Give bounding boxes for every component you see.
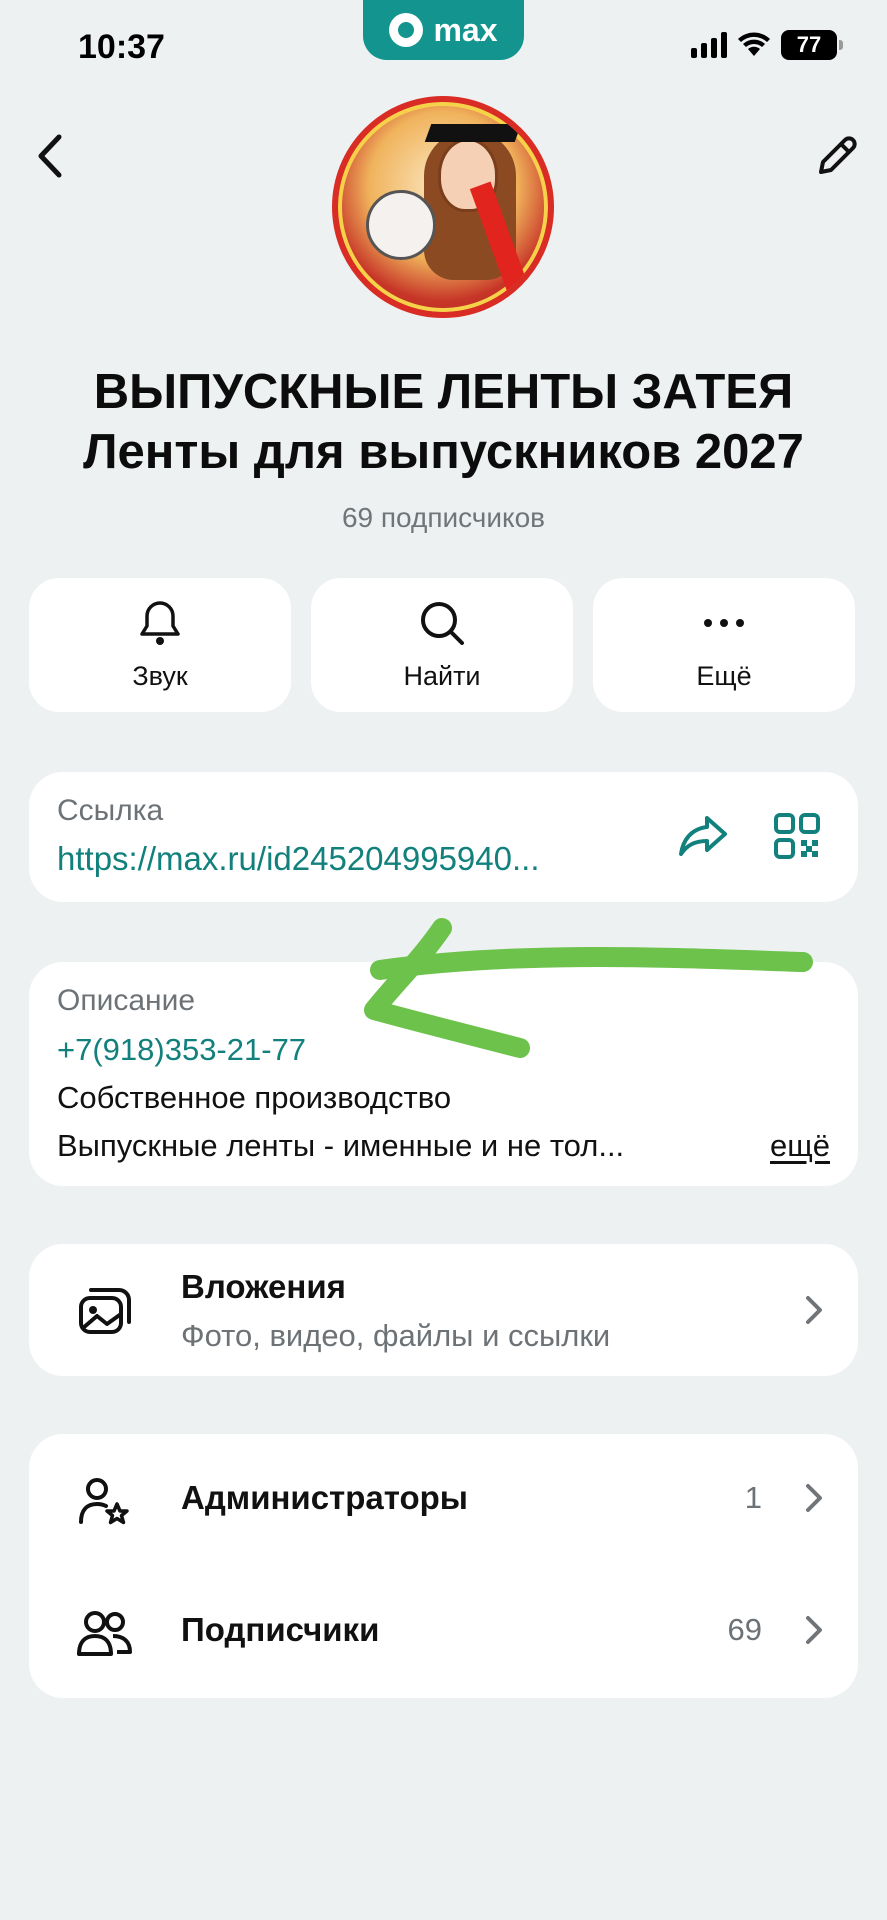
link-value[interactable]: https://max.ru/id245204995940... <box>57 840 540 878</box>
channel-info-screen: 10:37 max 77 ВЫПУСКНЫЕ ЛЕНТЫ ЗАТЕЯ Ленты… <box>0 0 887 1920</box>
admin-star-icon <box>79 1478 129 1525</box>
link-card: Ссылка https://max.ru/id245204995940... <box>29 772 858 902</box>
description-line-1: Собственное производство <box>57 1080 452 1115</box>
chevron-left-icon <box>38 134 62 178</box>
more-button[interactable]: Ещё <box>593 578 855 712</box>
description-more-link[interactable]: ещё <box>770 1128 830 1164</box>
bell-icon <box>140 600 180 645</box>
administrators-label: Администраторы <box>181 1479 468 1516</box>
subscribers-row[interactable]: Подписчики 69 <box>29 1566 858 1698</box>
administrators-count: 1 <box>744 1480 762 1515</box>
qr-code-icon <box>774 813 820 859</box>
channel-title: ВЫПУСКНЫЕ ЛЕНТЫ ЗАТЕЯ Ленты для выпускни… <box>0 362 887 482</box>
description-phone-link[interactable]: +7(918)353-21-77 <box>57 1032 306 1068</box>
sound-button[interactable]: Звук <box>29 578 291 712</box>
subscriber-count: 69 подписчиков <box>341 502 546 533</box>
attachments-row[interactable]: Вложения Фото, видео, файлы и ссылки <box>29 1244 858 1376</box>
more-icon <box>704 618 744 627</box>
description-line-2: Выпускные ленты - именные и не тол... <box>57 1128 625 1163</box>
description-card: Описание +7(918)353-21-77 Собственное пр… <box>29 962 858 1186</box>
max-logo-icon <box>389 13 424 47</box>
cellular-signal-icon <box>691 32 727 58</box>
status-time: 10:37 <box>78 28 165 66</box>
search-button-label: Найти <box>403 660 481 691</box>
more-button-label: Ещё <box>696 660 752 691</box>
app-pill: max <box>363 0 524 60</box>
share-link-button[interactable] <box>677 812 729 865</box>
link-label: Ссылка <box>57 794 164 827</box>
attachments-subtitle: Фото, видео, файлы и ссылки <box>181 1318 611 1353</box>
share-icon <box>679 816 727 856</box>
channel-title-line1: ВЫПУСКНЫЕ ЛЕНТЫ ЗАТЕЯ <box>93 365 794 419</box>
search-button[interactable]: Найти <box>311 578 573 712</box>
status-indicators: 77 <box>691 30 843 60</box>
description-label: Описание <box>57 984 196 1017</box>
people-icon <box>77 1611 132 1656</box>
subscribers-label: Подписчики <box>181 1611 380 1648</box>
edit-button[interactable] <box>807 126 867 186</box>
chevron-right-icon <box>806 1616 822 1644</box>
chevron-right-icon <box>806 1484 822 1512</box>
wifi-icon <box>738 32 770 56</box>
app-pill-label: max <box>433 11 498 48</box>
battery-level: 77 <box>796 32 822 57</box>
attachments-title: Вложения <box>181 1268 346 1305</box>
channel-avatar[interactable] <box>332 96 554 318</box>
action-buttons: Звук Найти Ещё <box>29 578 855 712</box>
search-icon <box>421 601 464 645</box>
pencil-icon <box>819 136 857 174</box>
qr-code-button[interactable] <box>773 812 821 865</box>
administrators-row[interactable]: Администраторы 1 <box>29 1434 858 1566</box>
gallery-icon <box>79 1288 131 1334</box>
battery-icon: 77 <box>781 30 843 60</box>
back-button[interactable] <box>20 126 80 186</box>
channel-title-line2: Ленты для выпускников 2027 <box>83 425 804 479</box>
chevron-right-icon <box>806 1296 822 1324</box>
sound-button-label: Звук <box>132 660 188 691</box>
subscribers-count: 69 <box>727 1612 762 1647</box>
members-card: Администраторы 1 Подписчики 69 <box>29 1434 858 1698</box>
